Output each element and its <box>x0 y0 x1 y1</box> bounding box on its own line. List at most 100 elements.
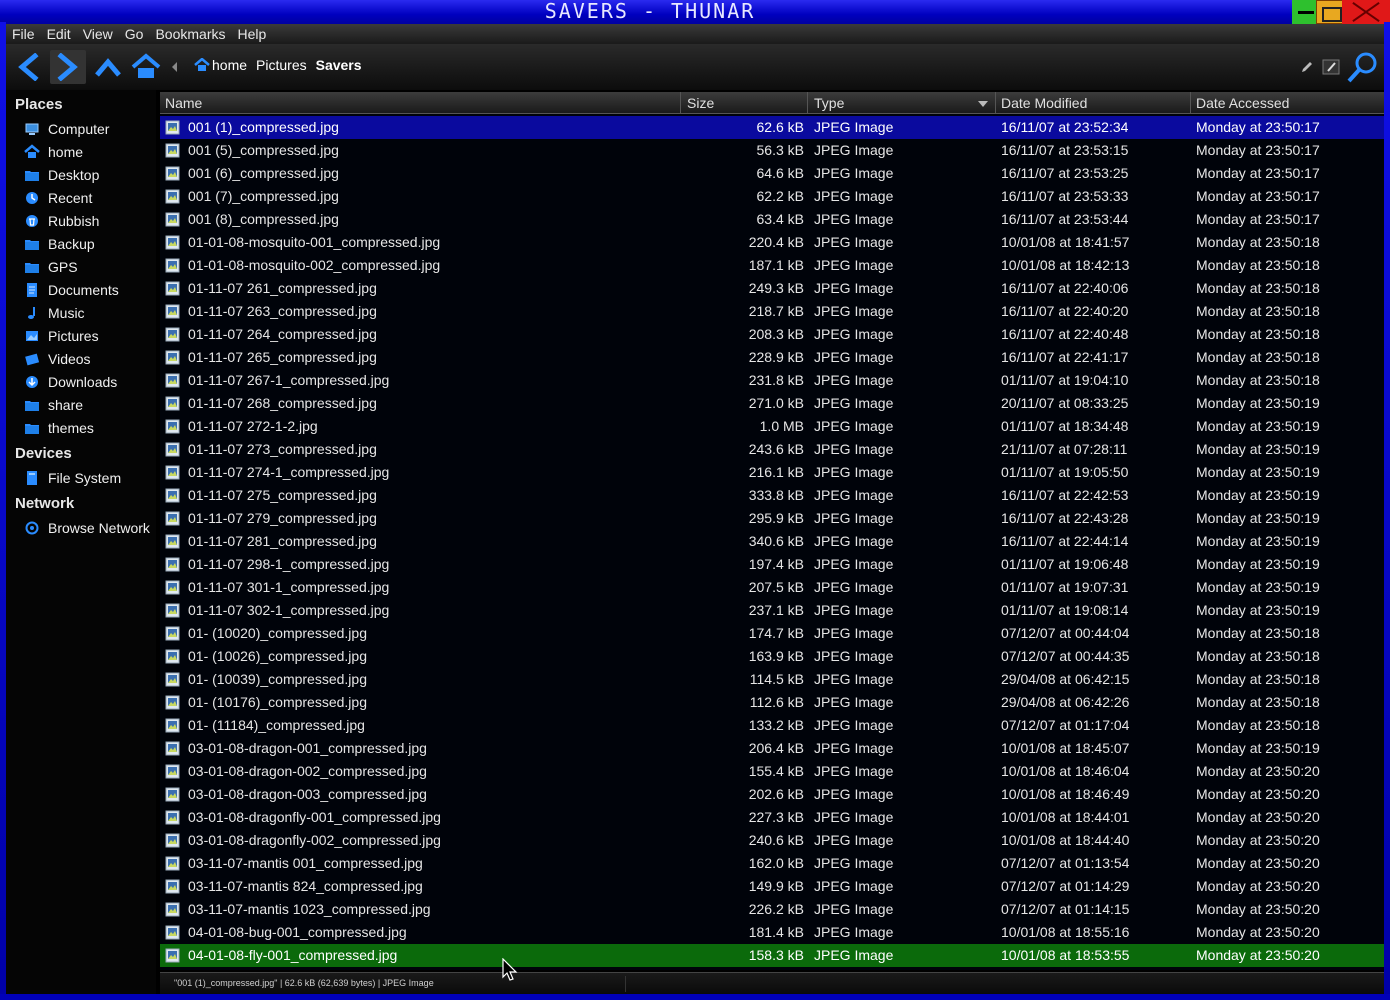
file-row[interactable]: 01- (10176)_compressed.jpg 112.6 kB JPEG I… <box>160 691 1384 714</box>
file-date-modified: 07/12/07 at 01:13:54 <box>1001 855 1130 871</box>
sidebar-item-desktop[interactable]: Desktop <box>24 164 99 186</box>
file-row[interactable]: 01-11-07 268_compressed.jpg 271.0 kB JPEG … <box>160 392 1384 415</box>
column-date-accessed[interactable]: Date Accessed <box>1191 92 1384 114</box>
sidebar-item-music[interactable]: Music <box>24 302 85 324</box>
file-date-accessed: Monday at 23:50:17 <box>1196 119 1320 135</box>
file-row[interactable]: 01-11-07 264_compressed.jpg 208.3 kB JPEG … <box>160 323 1384 346</box>
forward-button[interactable] <box>50 50 86 84</box>
file-row[interactable]: 03-01-08-dragon-003_compressed.jpg 202.6 … <box>160 783 1384 806</box>
file-size: 240.6 kB <box>748 832 804 848</box>
file-row[interactable]: 03-11-07-mantis 824_compressed.jpg 149.9 … <box>160 875 1384 898</box>
file-date-accessed: Monday at 23:50:18 <box>1196 234 1320 250</box>
file-row[interactable]: 03-11-07-mantis 001_compressed.jpg 162.0 … <box>160 852 1384 875</box>
menu-bookmarks[interactable]: Bookmarks <box>155 26 225 42</box>
file-row[interactable]: 03-01-08-dragonfly-001_compressed.jpg 227… <box>160 806 1384 829</box>
maximize-button[interactable] <box>1316 0 1344 24</box>
recent-icon <box>26 192 38 204</box>
image-file-icon <box>165 764 180 779</box>
file-row[interactable]: 01-11-07 265_compressed.jpg 228.9 kB JPEG … <box>160 346 1384 369</box>
sidebar-item-home[interactable]: home <box>24 141 83 163</box>
file-row[interactable]: 01-11-07 275_compressed.jpg 333.8 kB JPEG … <box>160 484 1384 507</box>
home-button[interactable] <box>128 50 164 84</box>
file-row[interactable]: 001 (8)_compressed.jpg 63.4 kB JPEG Image 1… <box>160 208 1384 231</box>
file-date-accessed: Monday at 23:50:20 <box>1196 832 1320 848</box>
sidebar-item-label: themes <box>48 420 94 436</box>
file-row[interactable]: 01-01-08-mosquito-001_compressed.jpg 220.… <box>160 231 1384 254</box>
sidebar-item-rubbish[interactable]: Rubbish <box>24 210 99 232</box>
file-row[interactable]: 01-11-07 274-1_compressed.jpg 216.1 kB JPE… <box>160 461 1384 484</box>
edit-location-button[interactable] <box>1296 50 1318 84</box>
file-row[interactable]: 01-11-07 261_compressed.jpg 249.3 kB JPEG … <box>160 277 1384 300</box>
file-date-modified: 10/01/08 at 18:53:55 <box>1001 947 1130 963</box>
sidebar-item-browse-network[interactable]: Browse Network <box>24 517 150 539</box>
menu-go[interactable]: Go <box>125 26 144 42</box>
file-row[interactable]: 01-11-07 263_compressed.jpg 218.7 kB JPEG … <box>160 300 1384 323</box>
file-row[interactable]: 01- (10026)_compressed.jpg 163.9 kB JPEG I… <box>160 645 1384 668</box>
file-row[interactable]: 01-11-07 267-1_compressed.jpg 231.8 kB JPE… <box>160 369 1384 392</box>
file-row[interactable]: 01-11-07 281_compressed.jpg 340.6 kB JPEG … <box>160 530 1384 553</box>
file-row[interactable]: 01-11-07 302-1_compressed.jpg 237.1 kB JPE… <box>160 599 1384 622</box>
menu-edit[interactable]: Edit <box>47 26 71 42</box>
breadcrumb-left-button[interactable] <box>164 50 184 84</box>
sidebar-item-downloads[interactable]: Downloads <box>24 371 117 393</box>
sidebar-item-themes[interactable]: themes <box>24 417 94 439</box>
menu-file[interactable]: File <box>12 26 35 42</box>
file-row[interactable]: 01-11-07 279_compressed.jpg 295.9 kB JPEG … <box>160 507 1384 530</box>
file-row[interactable]: 03-01-08-dragonfly-002_compressed.jpg 240… <box>160 829 1384 852</box>
file-row[interactable]: 01-11-07 273_compressed.jpg 243.6 kB JPEG … <box>160 438 1384 461</box>
sidebar-item-gps[interactable]: GPS <box>24 256 78 278</box>
file-row[interactable]: 01- (10020)_compressed.jpg 174.7 kB JPEG I… <box>160 622 1384 645</box>
image-file-icon <box>165 649 180 664</box>
file-row[interactable]: 001 (5)_compressed.jpg 56.3 kB JPEG Image 1… <box>160 139 1384 162</box>
column-type[interactable]: Type <box>809 92 996 114</box>
image-file-icon <box>165 741 180 756</box>
file-row[interactable]: 04-01-08-bug-001_compressed.jpg 181.4 kB J… <box>160 921 1384 944</box>
file-row[interactable]: 001 (6)_compressed.jpg 64.6 kB JPEG Image 1… <box>160 162 1384 185</box>
file-row[interactable]: 04-01-08-fly-001_compressed.jpg 158.3 kB J… <box>160 944 1384 967</box>
file-row[interactable]: 01-11-07 272-1-2.jpg 1.0 MB JPEG Image 01/1… <box>160 415 1384 438</box>
menu-view[interactable]: View <box>83 26 113 42</box>
title-bar[interactable]: SAVERS - THUNAR <box>0 0 1390 24</box>
sidebar-item-videos[interactable]: Videos <box>24 348 91 370</box>
file-date-modified: 01/11/07 at 19:05:50 <box>1001 464 1129 480</box>
file-row[interactable]: 03-01-08-dragon-002_compressed.jpg 155.4 … <box>160 760 1384 783</box>
close-button[interactable] <box>1342 0 1390 24</box>
file-name: 001 (1)_compressed.jpg <box>188 119 339 135</box>
file-row[interactable]: 03-01-08-dragon-001_compressed.jpg 206.4 … <box>160 737 1384 760</box>
file-name: 03-01-08-dragon-003_compressed.jpg <box>188 786 427 802</box>
window-icon <box>1322 59 1340 75</box>
file-row[interactable]: 03-11-07-mantis 1023_compressed.jpg 226.2… <box>160 898 1384 921</box>
back-button[interactable] <box>10 50 46 84</box>
file-row[interactable]: 01-11-07 301-1_compressed.jpg 207.5 kB JPE… <box>160 576 1384 599</box>
column-date-modified[interactable]: Date Modified <box>996 92 1191 114</box>
up-button[interactable] <box>90 50 126 84</box>
terminal-button[interactable] <box>1320 50 1342 84</box>
image-file-icon <box>165 442 180 457</box>
file-date-accessed: Monday at 23:50:18 <box>1196 326 1320 342</box>
sidebar-item-recent[interactable]: Recent <box>24 187 92 209</box>
file-row[interactable]: 01- (11184)_compressed.jpg 133.2 kB JPEG I… <box>160 714 1384 737</box>
file-row[interactable]: 001 (1)_compressed.jpg 62.6 kB JPEG Image 1… <box>160 116 1384 139</box>
column-name[interactable]: Name <box>160 92 681 114</box>
file-row[interactable]: 01- (10039)_compressed.jpg 114.5 kB JPEG I… <box>160 668 1384 691</box>
file-size: 228.9 kB <box>748 349 804 365</box>
sidebar-item-backup[interactable]: Backup <box>24 233 95 255</box>
sidebar-item-computer[interactable]: Computer <box>24 118 109 140</box>
breadcrumb-pictures[interactable]: Pictures <box>256 57 307 73</box>
menu-help[interactable]: Help <box>238 26 267 42</box>
sidebar-item-file-system[interactable]: File System <box>24 467 121 489</box>
breadcrumb-savers[interactable]: Savers <box>316 57 362 73</box>
breadcrumb-home[interactable]: home <box>212 57 247 73</box>
search-button[interactable] <box>1344 50 1380 84</box>
column-size[interactable]: Size <box>682 92 808 114</box>
file-row[interactable]: 01-11-07 298-1_compressed.jpg 197.4 kB JPE… <box>160 553 1384 576</box>
file-row[interactable]: 001 (7)_compressed.jpg 62.2 kB JPEG Image 1… <box>160 185 1384 208</box>
file-size: 202.6 kB <box>748 786 804 802</box>
file-row[interactable]: 01-01-08-mosquito-002_compressed.jpg 187.… <box>160 254 1384 277</box>
image-file-icon <box>165 373 180 388</box>
file-name: 01-11-07 275_compressed.jpg <box>188 487 377 503</box>
sidebar-item-pictures[interactable]: Pictures <box>24 325 99 347</box>
sidebar-item-documents[interactable]: Documents <box>24 279 119 301</box>
file-date-accessed: Monday at 23:50:19 <box>1196 556 1320 572</box>
sidebar-item-share[interactable]: share <box>24 394 83 416</box>
